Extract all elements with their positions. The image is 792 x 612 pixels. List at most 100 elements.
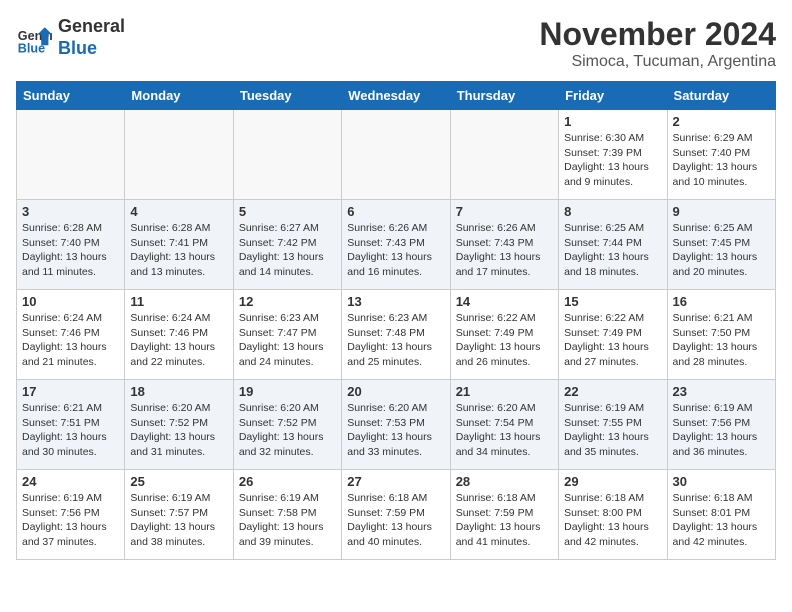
day-number: 14 bbox=[456, 294, 553, 309]
calendar-cell bbox=[17, 110, 125, 200]
day-number: 22 bbox=[564, 384, 661, 399]
day-number: 1 bbox=[564, 114, 661, 129]
calendar-cell: 7 Sunrise: 6:26 AM Sunset: 7:43 PM Daylig… bbox=[450, 200, 558, 290]
day-number: 8 bbox=[564, 204, 661, 219]
location-subtitle: Simoca, Tucuman, Argentina bbox=[539, 53, 776, 71]
calendar-cell: 11Sunrise: 6:24 AM Sunset: 7:46 PM Dayli… bbox=[125, 290, 233, 380]
calendar-cell: 17 Sunrise: 6:21 AM Sunset: 7:51 PM Dayli… bbox=[17, 380, 125, 470]
calendar-cell: 3Sunrise: 6:28 AM Sunset: 7:40 PM Daylig… bbox=[17, 200, 125, 290]
week-row-3: 10 Sunrise: 6:24 AM Sunset: 7:46 PM Dayli… bbox=[17, 290, 776, 380]
day-info: Sunrise: 6:30 AM Sunset: 7:39 PM Dayligh… bbox=[564, 131, 661, 190]
calendar-table: SundayMondayTuesdayWednesdayThursdayFrid… bbox=[16, 81, 776, 560]
day-info: Sunrise: 6:19 AM Sunset: 7:56 PM Dayligh… bbox=[22, 491, 119, 550]
calendar-cell: 23 Sunrise: 6:19 AM Sunset: 7:56 PM Dayli… bbox=[667, 380, 775, 470]
logo: General Blue General Blue bbox=[16, 16, 125, 59]
day-number: 24 bbox=[22, 474, 119, 489]
day-info: Sunrise: 6:24 AM Sunset: 7:46 PM Dayligh… bbox=[130, 311, 227, 370]
day-info: Sunrise: 6:18 AM Sunset: 8:00 PM Dayligh… bbox=[564, 491, 661, 550]
day-info: Sunrise: 6:20 AM Sunset: 7:54 PM Dayligh… bbox=[456, 401, 553, 460]
day-info: Sunrise: 6:26 AM Sunset: 7:43 PM Dayligh… bbox=[347, 221, 444, 280]
calendar-cell: 27 Sunrise: 6:18 AM Sunset: 7:59 PM Dayli… bbox=[342, 470, 450, 560]
calendar-cell: 25Sunrise: 6:19 AM Sunset: 7:57 PM Dayli… bbox=[125, 470, 233, 560]
calendar-cell bbox=[233, 110, 341, 200]
title-block: November 2024 Simoca, Tucuman, Argentina bbox=[539, 16, 776, 71]
calendar-cell: 13Sunrise: 6:23 AM Sunset: 7:48 PM Dayli… bbox=[342, 290, 450, 380]
calendar-header: SundayMondayTuesdayWednesdayThursdayFrid… bbox=[17, 82, 776, 110]
header-day-saturday: Saturday bbox=[667, 82, 775, 110]
calendar-cell: 9 Sunrise: 6:25 AM Sunset: 7:45 PM Daylig… bbox=[667, 200, 775, 290]
day-info: Sunrise: 6:23 AM Sunset: 7:48 PM Dayligh… bbox=[347, 311, 444, 370]
header-day-monday: Monday bbox=[125, 82, 233, 110]
week-row-2: 3Sunrise: 6:28 AM Sunset: 7:40 PM Daylig… bbox=[17, 200, 776, 290]
calendar-cell: 20 Sunrise: 6:20 AM Sunset: 7:53 PM Dayli… bbox=[342, 380, 450, 470]
calendar-cell: 16 Sunrise: 6:21 AM Sunset: 7:50 PM Dayli… bbox=[667, 290, 775, 380]
day-number: 19 bbox=[239, 384, 336, 399]
day-info: Sunrise: 6:29 AM Sunset: 7:40 PM Dayligh… bbox=[673, 131, 770, 190]
day-number: 20 bbox=[347, 384, 444, 399]
day-number: 27 bbox=[347, 474, 444, 489]
day-info: Sunrise: 6:20 AM Sunset: 7:52 PM Dayligh… bbox=[239, 401, 336, 460]
day-number: 23 bbox=[673, 384, 770, 399]
day-number: 17 bbox=[22, 384, 119, 399]
day-info: Sunrise: 6:27 AM Sunset: 7:42 PM Dayligh… bbox=[239, 221, 336, 280]
calendar-cell: 28 Sunrise: 6:18 AM Sunset: 7:59 PM Dayli… bbox=[450, 470, 558, 560]
calendar-cell: 6Sunrise: 6:26 AM Sunset: 7:43 PM Daylig… bbox=[342, 200, 450, 290]
calendar-cell: 12 Sunrise: 6:23 AM Sunset: 7:47 PM Dayli… bbox=[233, 290, 341, 380]
calendar-cell: 18Sunrise: 6:20 AM Sunset: 7:52 PM Dayli… bbox=[125, 380, 233, 470]
day-number: 5 bbox=[239, 204, 336, 219]
calendar-cell: 21Sunrise: 6:20 AM Sunset: 7:54 PM Dayli… bbox=[450, 380, 558, 470]
calendar-cell: 14 Sunrise: 6:22 AM Sunset: 7:49 PM Dayli… bbox=[450, 290, 558, 380]
logo-icon: General Blue bbox=[16, 20, 52, 56]
day-info: Sunrise: 6:18 AM Sunset: 7:59 PM Dayligh… bbox=[456, 491, 553, 550]
day-info: Sunrise: 6:28 AM Sunset: 7:41 PM Dayligh… bbox=[130, 221, 227, 280]
calendar-cell bbox=[342, 110, 450, 200]
day-number: 12 bbox=[239, 294, 336, 309]
week-row-1: 1 Sunrise: 6:30 AM Sunset: 7:39 PM Daylig… bbox=[17, 110, 776, 200]
day-number: 25 bbox=[130, 474, 227, 489]
header-day-friday: Friday bbox=[559, 82, 667, 110]
day-info: Sunrise: 6:26 AM Sunset: 7:43 PM Dayligh… bbox=[456, 221, 553, 280]
day-info: Sunrise: 6:24 AM Sunset: 7:46 PM Dayligh… bbox=[22, 311, 119, 370]
week-row-4: 17 Sunrise: 6:21 AM Sunset: 7:51 PM Dayli… bbox=[17, 380, 776, 470]
header-day-sunday: Sunday bbox=[17, 82, 125, 110]
calendar-cell: 26Sunrise: 6:19 AM Sunset: 7:58 PM Dayli… bbox=[233, 470, 341, 560]
day-number: 4 bbox=[130, 204, 227, 219]
day-info: Sunrise: 6:19 AM Sunset: 7:55 PM Dayligh… bbox=[564, 401, 661, 460]
calendar-cell: 15Sunrise: 6:22 AM Sunset: 7:49 PM Dayli… bbox=[559, 290, 667, 380]
calendar-cell: 2Sunrise: 6:29 AM Sunset: 7:40 PM Daylig… bbox=[667, 110, 775, 200]
day-info: Sunrise: 6:21 AM Sunset: 7:50 PM Dayligh… bbox=[673, 311, 770, 370]
day-info: Sunrise: 6:25 AM Sunset: 7:44 PM Dayligh… bbox=[564, 221, 661, 280]
calendar-cell: 29Sunrise: 6:18 AM Sunset: 8:00 PM Dayli… bbox=[559, 470, 667, 560]
page-header: General Blue General Blue November 2024 … bbox=[16, 16, 776, 71]
week-row-5: 24 Sunrise: 6:19 AM Sunset: 7:56 PM Dayli… bbox=[17, 470, 776, 560]
header-row: SundayMondayTuesdayWednesdayThursdayFrid… bbox=[17, 82, 776, 110]
calendar-cell bbox=[125, 110, 233, 200]
day-info: Sunrise: 6:18 AM Sunset: 7:59 PM Dayligh… bbox=[347, 491, 444, 550]
day-number: 7 bbox=[456, 204, 553, 219]
calendar-cell: 4 Sunrise: 6:28 AM Sunset: 7:41 PM Daylig… bbox=[125, 200, 233, 290]
day-number: 9 bbox=[673, 204, 770, 219]
day-number: 10 bbox=[22, 294, 119, 309]
calendar-cell bbox=[450, 110, 558, 200]
calendar-cell: 8 Sunrise: 6:25 AM Sunset: 7:44 PM Daylig… bbox=[559, 200, 667, 290]
day-info: Sunrise: 6:21 AM Sunset: 7:51 PM Dayligh… bbox=[22, 401, 119, 460]
day-number: 28 bbox=[456, 474, 553, 489]
svg-text:Blue: Blue bbox=[18, 41, 45, 55]
day-number: 16 bbox=[673, 294, 770, 309]
day-info: Sunrise: 6:19 AM Sunset: 7:56 PM Dayligh… bbox=[673, 401, 770, 460]
day-info: Sunrise: 6:20 AM Sunset: 7:53 PM Dayligh… bbox=[347, 401, 444, 460]
calendar-cell: 19 Sunrise: 6:20 AM Sunset: 7:52 PM Dayli… bbox=[233, 380, 341, 470]
calendar-body: 1 Sunrise: 6:30 AM Sunset: 7:39 PM Daylig… bbox=[17, 110, 776, 560]
calendar-cell: 5 Sunrise: 6:27 AM Sunset: 7:42 PM Daylig… bbox=[233, 200, 341, 290]
day-info: Sunrise: 6:22 AM Sunset: 7:49 PM Dayligh… bbox=[456, 311, 553, 370]
day-info: Sunrise: 6:20 AM Sunset: 7:52 PM Dayligh… bbox=[130, 401, 227, 460]
day-info: Sunrise: 6:28 AM Sunset: 7:40 PM Dayligh… bbox=[22, 221, 119, 280]
day-info: Sunrise: 6:23 AM Sunset: 7:47 PM Dayligh… bbox=[239, 311, 336, 370]
day-number: 30 bbox=[673, 474, 770, 489]
month-title: November 2024 bbox=[539, 16, 776, 53]
calendar-cell: 22 Sunrise: 6:19 AM Sunset: 7:55 PM Dayli… bbox=[559, 380, 667, 470]
logo-line1: General bbox=[58, 16, 125, 38]
header-day-tuesday: Tuesday bbox=[233, 82, 341, 110]
day-info: Sunrise: 6:22 AM Sunset: 7:49 PM Dayligh… bbox=[564, 311, 661, 370]
day-info: Sunrise: 6:25 AM Sunset: 7:45 PM Dayligh… bbox=[673, 221, 770, 280]
